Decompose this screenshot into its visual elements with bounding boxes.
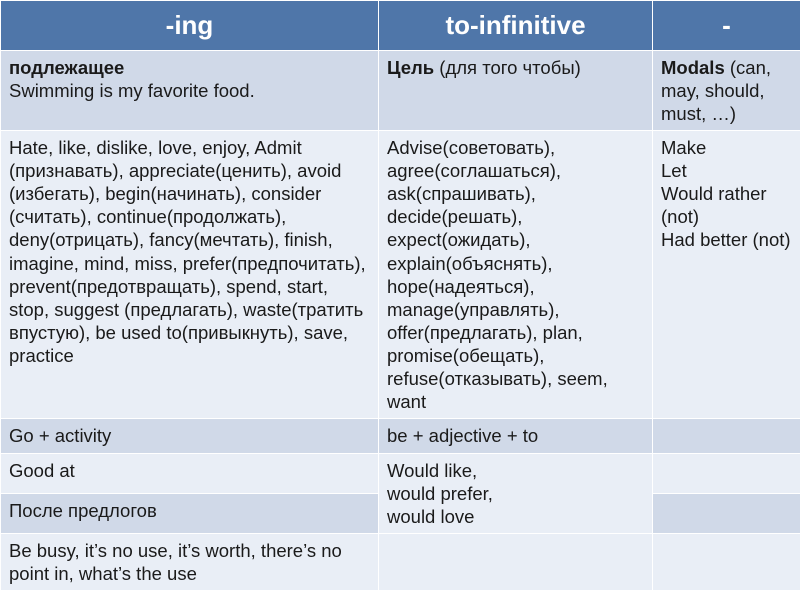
table-body: подлежащееSwimming is my favorite food.Ц… xyxy=(1,50,800,591)
header-row: -ing to-infinitive - xyxy=(1,1,800,51)
cell-bare: MakeLetWould rather (not)Had better (not… xyxy=(653,130,800,419)
cell-bare xyxy=(653,453,800,493)
cell-ing: После предлогов xyxy=(1,493,379,533)
cell-inf: Advise(советовать), agree(соглашаться), … xyxy=(379,130,653,419)
header-ing: -ing xyxy=(1,1,379,51)
table-row: Go + activitybe + adjective + to xyxy=(1,419,800,453)
cell-ing: Go + activity xyxy=(1,419,379,453)
header-inf: to-infinitive xyxy=(379,1,653,51)
cell-ing: подлежащееSwimming is my favorite food. xyxy=(1,50,379,130)
cell-inf xyxy=(379,533,653,590)
cell-inf: Цель (для того чтобы) xyxy=(379,50,653,130)
cell-ing: Be busy, it’s no use, it’s worth, there’… xyxy=(1,533,379,590)
cell-bare: Modals (can, may, should, must, …) xyxy=(653,50,800,130)
cell-inf: be + adjective + to xyxy=(379,419,653,453)
cell-ing: Hate, like, dislike, love, enjoy, Admit … xyxy=(1,130,379,419)
cell-bare xyxy=(653,419,800,453)
table-row: Good atWould like,would prefer,would lov… xyxy=(1,453,800,493)
cell-bare xyxy=(653,533,800,590)
table-row: подлежащееSwimming is my favorite food.Ц… xyxy=(1,50,800,130)
cell-bare xyxy=(653,493,800,533)
grammar-table: -ing to-infinitive - подлежащееSwimming … xyxy=(0,0,800,591)
header-bare: - xyxy=(653,1,800,51)
cell-ing: Good at xyxy=(1,453,379,493)
cell-inf: Would like,would prefer,would love xyxy=(379,453,653,533)
table-row: Hate, like, dislike, love, enjoy, Admit … xyxy=(1,130,800,419)
table-row: Be busy, it’s no use, it’s worth, there’… xyxy=(1,533,800,590)
